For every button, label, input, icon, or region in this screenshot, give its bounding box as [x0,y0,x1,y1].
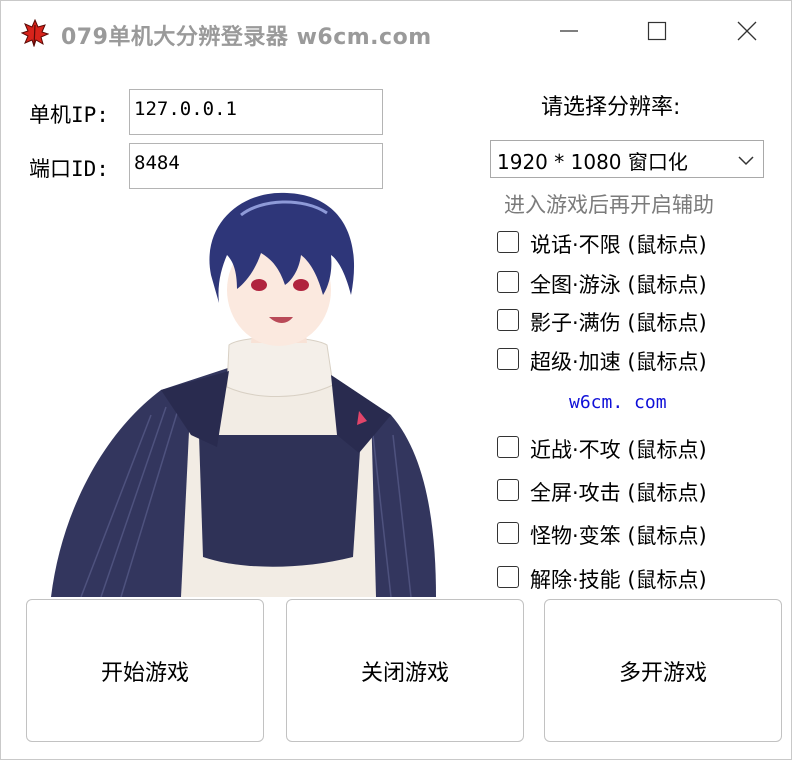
start-game-button[interactable]: 开始游戏 [26,599,264,742]
close-button[interactable] [717,11,777,51]
resolution-selected-value: 1920 * 1080 窗口化 [497,150,688,174]
multi-open-game-button[interactable]: 多开游戏 [544,599,782,742]
ip-input[interactable]: 127.0.0.1 [129,89,383,135]
maple-leaf-icon [20,18,50,48]
option-label: 影子·满伤 (鼠标点) [530,311,707,335]
port-label: 端口ID: [29,157,109,181]
title-bar[interactable]: 079单机大分辨登录器 w6cm.com [1,1,791,63]
chevron-down-icon [737,150,755,174]
option-label: 超级·加速 (鼠标点) [530,350,707,374]
maximize-button[interactable] [627,11,687,51]
port-input[interactable]: 8484 [129,143,383,189]
close-icon [737,21,757,41]
assist-hint: 进入游戏后再开启辅助 [504,193,714,217]
site-link[interactable]: w6cm. com [569,392,667,413]
character-illustration [41,185,451,598]
resolution-select[interactable]: 1920 * 1080 窗口化 [490,140,764,178]
resolution-title: 请选择分辨率: [541,95,681,120]
option-label: 说话·不限 (鼠标点) [530,233,707,257]
checkbox[interactable] [497,309,519,331]
ip-label: 单机IP: [29,103,109,127]
maximize-icon [647,21,667,41]
checkbox[interactable] [497,348,519,370]
app-window: 079单机大分辨登录器 w6cm.com 单机IP: 127.0.0.1 端口I… [0,0,792,760]
close-game-button[interactable]: 关闭游戏 [286,599,524,742]
checkbox[interactable] [497,436,519,458]
option-label: 怪物·变笨 (鼠标点) [530,524,707,548]
option-label: 近战·不攻 (鼠标点) [530,438,707,462]
checkbox[interactable] [497,566,519,588]
option-label: 解除·技能 (鼠标点) [530,568,707,592]
option-label: 全屏·攻击 (鼠标点) [530,481,707,505]
checkbox[interactable] [497,479,519,501]
option-label: 全图·游泳 (鼠标点) [530,273,707,297]
checkbox[interactable] [497,271,519,293]
window-title: 079单机大分辨登录器 w6cm.com [61,25,432,50]
minimize-button[interactable] [539,11,599,51]
checkbox[interactable] [497,231,519,253]
minimize-icon [560,30,578,32]
checkbox[interactable] [497,522,519,544]
